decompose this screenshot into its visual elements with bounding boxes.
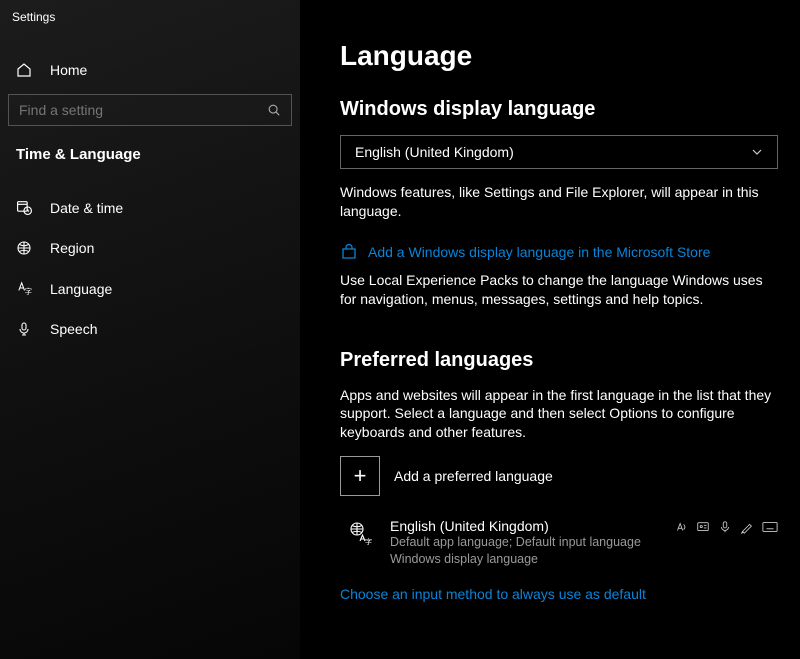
home-icon [16,62,34,78]
add-preferred-language-button[interactable]: + Add a preferred language [340,456,778,496]
language-globe-icon: 字 [340,518,380,546]
display-language-heading: Windows display language [340,98,778,121]
text-to-speech-icon [674,520,688,534]
preferred-language-name: English (United Kingdom) [390,518,674,534]
sidebar-item-date-time[interactable]: Date & time [0,187,300,228]
display-language-description: Windows features, like Settings and File… [340,183,778,221]
search-input[interactable] [19,102,267,118]
microphone-icon [16,321,34,337]
add-preferred-language-label: Add a preferred language [394,468,553,484]
globe-icon [16,240,34,256]
category-heading: Time & Language [0,132,300,173]
calendar-clock-icon [16,199,34,216]
speech-recognition-icon [696,520,710,534]
sidebar-item-label: Region [50,240,94,256]
sidebar-item-speech[interactable]: Speech [0,309,300,349]
add-language-store-link[interactable]: Add a Windows display language in the Mi… [340,243,778,261]
input-method-default-link[interactable]: Choose an input method to always use as … [340,586,778,602]
svg-text:字: 字 [365,537,372,546]
search-icon [267,103,281,117]
store-link-description: Use Local Experience Packs to change the… [340,271,778,309]
preferred-language-subtext2: Windows display language [390,551,674,568]
language-icon: 字 [16,280,34,297]
display-language-dropdown[interactable]: English (United Kingdom) [340,135,778,169]
nav-home-label: Home [50,62,87,78]
sidebar-item-label: Date & time [50,200,123,216]
sidebar-item-label: Language [50,281,112,297]
handwriting-icon [740,520,754,534]
display-language-value: English (United Kingdom) [355,144,751,160]
nav-home[interactable]: Home [0,52,300,88]
preferred-languages-description: Apps and websites will appear in the fir… [340,386,778,443]
preferred-language-item[interactable]: 字 English (United Kingdom) Default app l… [340,518,778,568]
app-title: Settings [0,0,300,32]
shopping-bag-icon [340,243,358,261]
chevron-down-icon [751,146,763,158]
voice-icon [718,520,732,534]
language-feature-icons [674,518,778,534]
main-panel: Language Windows display language Englis… [300,0,800,659]
preferred-languages-heading: Preferred languages [340,349,778,372]
plus-icon: + [340,456,380,496]
sidebar: Settings Home Time & Language [0,0,300,659]
keyboard-icon [762,520,778,534]
svg-text:字: 字 [25,286,33,296]
search-box[interactable] [8,94,292,126]
sidebar-item-region[interactable]: Region [0,228,300,268]
page-title: Language [340,40,778,72]
sidebar-item-label: Speech [50,321,97,337]
preferred-language-subtext: Default app language; Default input lang… [390,534,674,551]
store-link-text: Add a Windows display language in the Mi… [368,244,710,260]
sidebar-item-language[interactable]: 字 Language [0,268,300,309]
